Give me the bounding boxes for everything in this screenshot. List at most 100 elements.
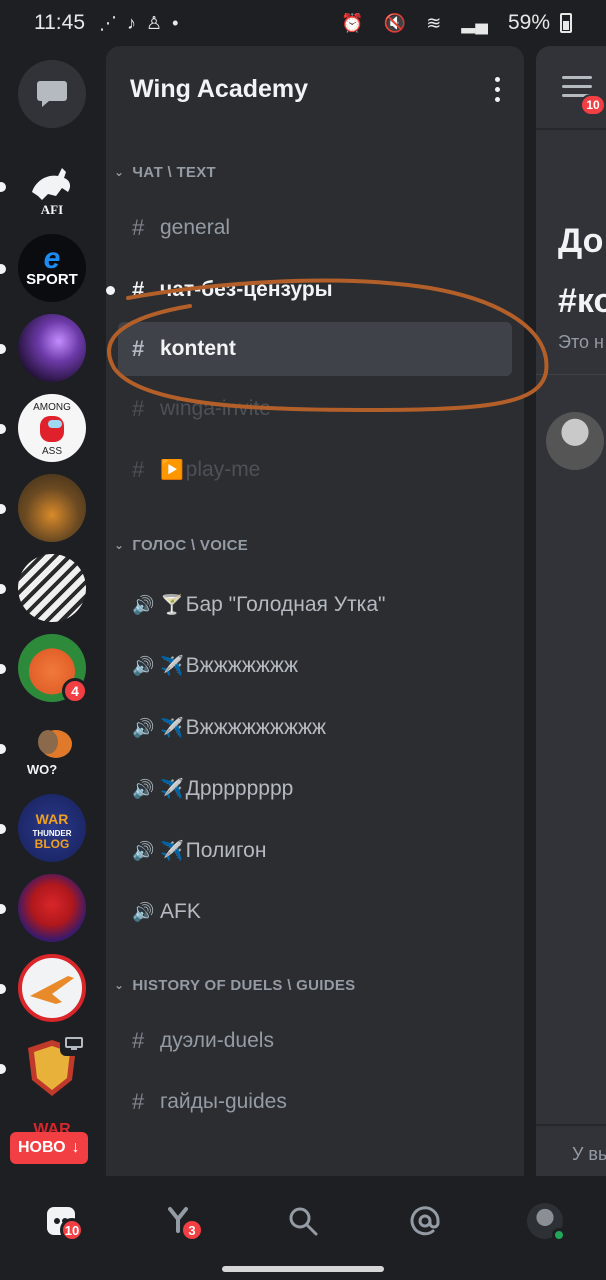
- wifi-icon: ≋: [426, 12, 442, 33]
- horse-logo-icon: AFI: [32, 168, 71, 217]
- search-icon: [289, 1207, 318, 1236]
- category-text[interactable]: ⌄ ЧАТ \ TEXT: [114, 160, 216, 184]
- jet-logo-icon: [30, 976, 74, 1004]
- chevron-down-icon: ⌄: [114, 165, 125, 179]
- server-unread-indicator: [0, 1064, 6, 1074]
- hashtag-icon: #: [132, 1028, 145, 1053]
- nav-profile[interactable]: [520, 1198, 570, 1244]
- airplane-emoji: ✈️: [160, 718, 184, 739]
- menu-mention-badge: 10: [580, 94, 606, 116]
- friends-badge: 3: [180, 1218, 204, 1242]
- signal-icon: ▂▄: [461, 12, 488, 33]
- guild-name: Wing Academy: [130, 74, 309, 103]
- category-guides[interactable]: ⌄ HISTORY OF DUELS \ GUIDES: [114, 973, 355, 997]
- guild-header[interactable]: Wing Academy: [106, 46, 524, 132]
- server-unread-indicator: [0, 264, 6, 274]
- server-among-ass[interactable]: AMONG ASS: [18, 394, 86, 462]
- nav-friends[interactable]: 3: [154, 1198, 204, 1244]
- app-notification-icon: ♙: [146, 12, 163, 33]
- channel-name: AFK: [160, 900, 201, 923]
- category-voice[interactable]: ⌄ ГОЛОС \ VOICE: [114, 533, 248, 557]
- server-label: SPORT: [26, 271, 78, 288]
- server-wtf-bird[interactable]: WO?: [18, 714, 86, 782]
- speaker-icon: 🔊: [132, 717, 155, 738]
- server-unread-indicator: [0, 584, 6, 594]
- new-unreads-pill[interactable]: НОВО ↓: [10, 1132, 88, 1164]
- mute-icon: 🔇: [383, 12, 407, 33]
- among-us-icon: AMONG ASS: [33, 402, 71, 457]
- server-e-sport[interactable]: e SPORT: [18, 234, 86, 302]
- arrow-down-icon: ↓: [71, 1139, 80, 1156]
- channel-chat-bez-cenzury[interactable]: # чат-без-цензуры: [106, 263, 512, 317]
- hashtag-icon: #: [132, 336, 145, 361]
- server-rail: AFI e SPORT AMONG ASS 4 WO? WAR THUNDER …: [0, 46, 104, 1176]
- nav-search[interactable]: [278, 1198, 328, 1244]
- chat-header: 10: [536, 46, 606, 130]
- chevron-down-icon: ⌄: [114, 538, 125, 552]
- chat-bubble-icon: [37, 81, 67, 107]
- speaker-icon: 🔊: [132, 840, 155, 861]
- server-unread-indicator: [0, 424, 6, 434]
- hashtag-icon: #: [132, 277, 145, 302]
- server-war-thunder-blog[interactable]: WAR THUNDER BLOG: [18, 794, 86, 862]
- channel-play-me[interactable]: # ▶️ play-me: [118, 443, 512, 497]
- channel-name: play-me: [185, 458, 261, 481]
- voice-channel-afk[interactable]: 🔊 AFK: [118, 885, 512, 939]
- welcome-title: До: [558, 222, 604, 260]
- server-unread-indicator: [0, 824, 6, 834]
- status-bar: 11:45 ⋰ ♪ ♙ • ⏰ 🔇 ≋ ▂▄ 59%: [0, 0, 606, 46]
- server-afi[interactable]: AFI: [18, 152, 86, 220]
- server-mention-badge: 4: [62, 678, 88, 704]
- cast-icon: ⋰: [99, 12, 117, 33]
- category-label: HISTORY OF DUELS \ GUIDES: [132, 976, 356, 994]
- welcome-channel-name: #ко: [558, 282, 606, 320]
- channel-general[interactable]: # general: [118, 201, 512, 255]
- server-unread-indicator: [0, 182, 6, 192]
- speaker-locked-icon: 🔊: [132, 778, 155, 799]
- channel-name: Бар "Голодная Утка": [185, 593, 386, 616]
- server-nebula[interactable]: [18, 314, 86, 382]
- gesture-home-bar[interactable]: [222, 1266, 384, 1272]
- hashtag-icon: #: [132, 215, 145, 240]
- channel-name: Вжжжжжжжжж: [185, 716, 327, 739]
- cocktail-emoji: 🍸: [160, 595, 184, 616]
- nav-home[interactable]: 10: [36, 1198, 86, 1244]
- bird-logo-icon: WO?: [27, 730, 72, 777]
- voice-channel-vzh-1[interactable]: 🔊 ✈️ Вжжжжжжж: [118, 639, 512, 693]
- chevron-down-icon: ⌄: [114, 978, 125, 992]
- nav-mentions[interactable]: [400, 1198, 450, 1244]
- server-unread-indicator: [0, 664, 6, 674]
- new-unreads-label: НОВО: [18, 1139, 66, 1156]
- server-pumpkin-room[interactable]: [18, 474, 86, 542]
- chat-panel-peek[interactable]: 10 До #ко Это н У вы: [536, 46, 606, 1176]
- server-knuckles[interactable]: [18, 874, 86, 942]
- more-vertical-icon[interactable]: [495, 76, 500, 102]
- online-status-indicator: [552, 1228, 566, 1242]
- channel-name: гайды-guides: [160, 1090, 287, 1113]
- play-button-emoji: ▶️: [160, 460, 184, 481]
- voice-channel-bar[interactable]: 🔊 🍸 Бар "Голодная Утка": [118, 578, 512, 632]
- channel-winga-invite[interactable]: # winga-invite: [118, 382, 512, 436]
- divider: [536, 374, 606, 375]
- channel-gaidy-guides[interactable]: # гайды-guides: [118, 1075, 512, 1129]
- server-anime-manga[interactable]: [18, 554, 86, 622]
- server-unread-indicator: [0, 344, 6, 354]
- voice-channel-drrr[interactable]: 🔊 ✈️ Дрррррррр: [118, 762, 512, 816]
- battery-percent: 59%: [507, 11, 550, 34]
- channel-kontent[interactable]: # kontent: [118, 322, 512, 376]
- channel-name: Вжжжжжжж: [185, 654, 299, 677]
- svg-text:AMONG: AMONG: [33, 402, 71, 413]
- channel-name: Полигон: [185, 839, 267, 862]
- at-sign-icon: [410, 1206, 440, 1236]
- channel-panel: Wing Academy ⌄ ЧАТ \ TEXT # general # ча…: [106, 46, 524, 1176]
- status-time: 11:45: [34, 11, 85, 34]
- server-jet-circle[interactable]: [18, 954, 86, 1022]
- category-label: ЧАТ \ TEXT: [132, 163, 216, 181]
- direct-messages-button[interactable]: [18, 60, 86, 128]
- voice-channel-vzh-2[interactable]: 🔊 ✈️ Вжжжжжжжжж: [118, 701, 512, 755]
- channel-dueli-duels[interactable]: # дуэли-duels: [118, 1014, 512, 1068]
- voice-channel-poligon[interactable]: 🔊 ✈️ Полигон: [118, 824, 512, 878]
- airplane-emoji: ✈️: [160, 841, 184, 862]
- message-avatar[interactable]: [546, 412, 604, 470]
- server-label: WO?: [27, 762, 57, 777]
